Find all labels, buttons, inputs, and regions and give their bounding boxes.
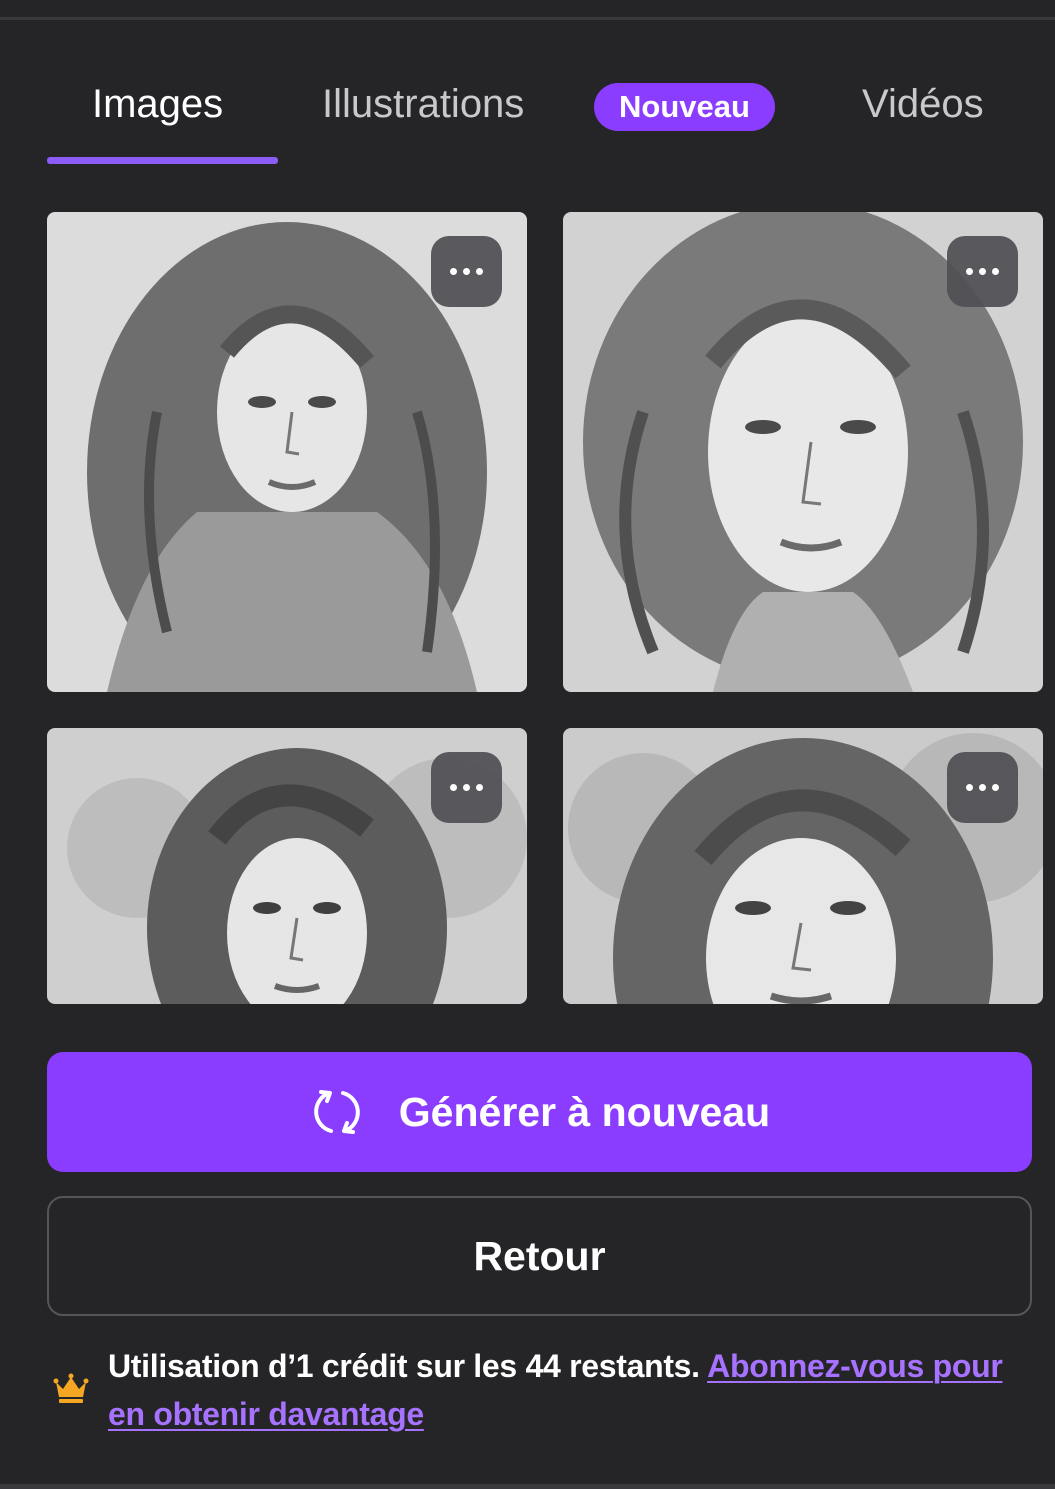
top-divider xyxy=(0,17,1055,20)
generated-image-1[interactable] xyxy=(47,212,527,692)
more-horizontal-icon xyxy=(966,268,973,275)
credits-message: Utilisation d’1 crédit sur les 44 restan… xyxy=(108,1342,1028,1438)
more-horizontal-icon-dot xyxy=(979,784,986,791)
generated-image-3[interactable] xyxy=(47,728,527,1004)
more-options-button[interactable] xyxy=(947,236,1018,307)
more-horizontal-icon-dot xyxy=(463,784,470,791)
more-horizontal-icon xyxy=(450,268,457,275)
more-horizontal-icon-dot xyxy=(463,268,470,275)
more-horizontal-icon-dot xyxy=(476,268,483,275)
back-label: Retour xyxy=(473,1232,606,1279)
more-options-button[interactable] xyxy=(431,752,502,823)
more-options-button[interactable] xyxy=(431,236,502,307)
more-horizontal-icon-dot xyxy=(992,784,999,791)
credits-text: Utilisation d’1 crédit sur les 44 restan… xyxy=(108,1348,700,1384)
tab-illustrations[interactable]: Illustrations xyxy=(322,76,524,132)
bottom-divider xyxy=(0,1484,1055,1489)
tab-images[interactable]: Images xyxy=(92,76,223,132)
more-horizontal-icon-dot xyxy=(992,268,999,275)
generated-image-4[interactable] xyxy=(563,728,1043,1004)
back-button[interactable]: Retour xyxy=(47,1196,1032,1316)
more-horizontal-icon xyxy=(966,784,973,791)
generated-image-2[interactable] xyxy=(563,212,1043,692)
refresh-icon xyxy=(313,1090,360,1134)
new-badge: Nouveau xyxy=(594,83,775,131)
more-horizontal-icon-dot xyxy=(476,784,483,791)
regenerate-button[interactable]: Générer à nouveau xyxy=(47,1052,1032,1172)
crown-icon xyxy=(53,1373,89,1403)
more-horizontal-icon-dot xyxy=(979,268,986,275)
regenerate-label: Générer à nouveau xyxy=(398,1088,771,1135)
tab-videos[interactable]: Vidéos xyxy=(862,76,984,132)
active-tab-indicator xyxy=(47,157,278,164)
more-horizontal-icon xyxy=(450,784,457,791)
more-options-button[interactable] xyxy=(947,752,1018,823)
